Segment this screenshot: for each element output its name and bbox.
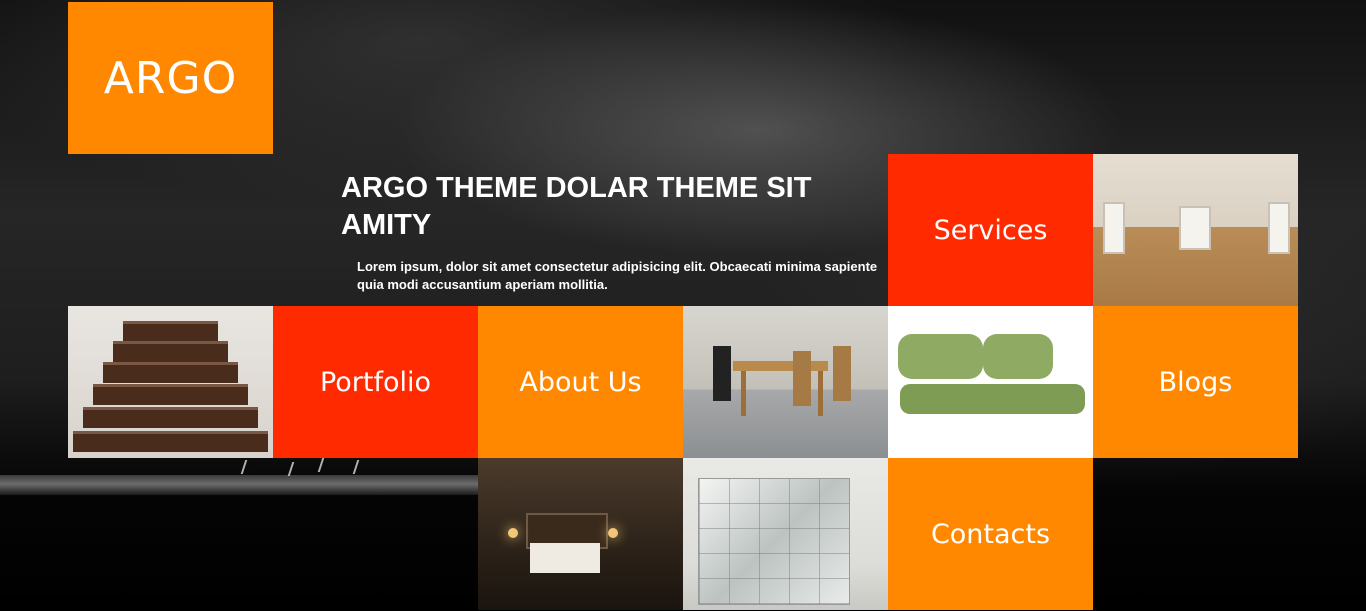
sofa-photo-tile[interactable] [888, 306, 1093, 458]
about-us-label: About Us [519, 366, 642, 398]
hall-window [1103, 202, 1125, 254]
blogs-tile[interactable]: Blogs [1093, 306, 1298, 458]
hall-photo-tile[interactable] [1093, 154, 1298, 306]
lightning-horizon [0, 475, 478, 495]
portfolio-tile[interactable]: Portfolio [273, 306, 478, 458]
bedroom-photo-tile[interactable] [478, 458, 683, 610]
services-label: Services [933, 214, 1048, 246]
about-us-tile[interactable]: About Us [478, 306, 683, 458]
glass-cube [698, 478, 850, 605]
dining-chair [833, 346, 851, 401]
dining-chair [713, 346, 731, 401]
stair-step [123, 321, 218, 342]
table-leg [818, 371, 823, 416]
stair-step [93, 384, 248, 405]
hall-door [1179, 206, 1211, 250]
sofa-cushion [983, 334, 1053, 379]
hero-title: ARGO THEME DOLAR THEME SIT AMITY [341, 172, 812, 241]
contacts-label: Contacts [930, 518, 1051, 550]
dining-table [733, 361, 828, 371]
sofa-cushion [898, 334, 983, 379]
stair-step [83, 407, 258, 428]
dining-chair [793, 351, 811, 406]
stair-step [73, 431, 268, 452]
hero-subtitle: Lorem ipsum, dolor sit amet consectetur … [357, 259, 878, 292]
bedside-lamp [608, 528, 618, 538]
stair-step [113, 341, 228, 362]
bedside-lamp [508, 528, 518, 538]
contacts-tile[interactable]: Contacts [888, 458, 1093, 610]
hall-window [1268, 202, 1290, 254]
services-tile[interactable]: Services [888, 154, 1093, 306]
logo-tile[interactable]: ARGO [68, 2, 273, 154]
glass-cube-photo-tile[interactable] [683, 458, 888, 610]
bed [530, 543, 600, 573]
stairs-photo-tile[interactable] [68, 306, 273, 458]
dining-room-photo-tile[interactable] [683, 306, 888, 458]
table-leg [741, 371, 746, 416]
sofa-seat [900, 384, 1085, 414]
logo-text: ARGO [103, 52, 238, 104]
blogs-label: Blogs [1158, 366, 1233, 398]
portfolio-label: Portfolio [319, 366, 432, 398]
stair-step [103, 362, 238, 383]
